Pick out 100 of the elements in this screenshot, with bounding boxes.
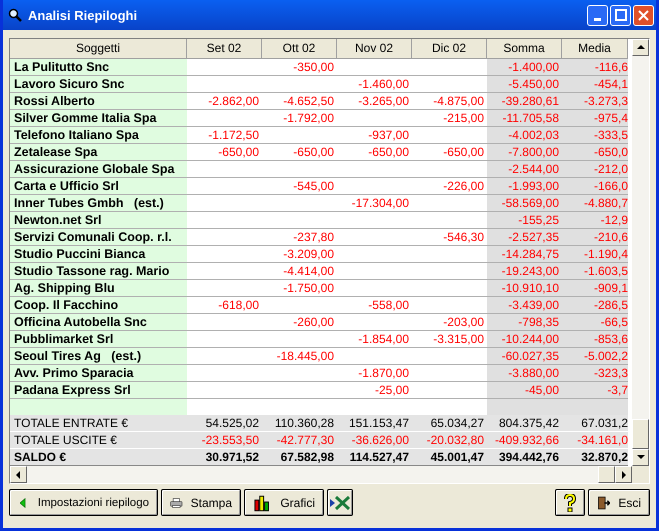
subject-cell: La Pulitutto Snc	[10, 59, 187, 76]
subject-cell: Avv. Primo Sparacia	[10, 365, 187, 382]
table-cell: -1.460,00	[337, 76, 412, 93]
sum-cell: -798,35	[487, 314, 562, 331]
sum-cell: -60.027,35	[487, 348, 562, 365]
subject-cell: Lavoro Sicuro Snc	[10, 76, 187, 93]
scroll-thumb[interactable]	[598, 466, 615, 483]
table-cell: -1.870,00	[337, 365, 412, 382]
average-cell: -166,0	[562, 178, 628, 195]
help-button[interactable]	[555, 489, 585, 516]
sum-cell: -10.244,00	[487, 331, 562, 348]
subject-cell: Newton.net Srl	[10, 212, 187, 229]
total-cell: -20.032,80	[412, 432, 487, 449]
close-icon	[638, 10, 649, 20]
total-cell: -36.626,00	[337, 432, 412, 449]
total-cell: 65.034,27	[412, 415, 487, 432]
average-cell: -3,7	[562, 382, 628, 399]
subject-cell: Seoul Tires Ag (est.)	[10, 348, 187, 365]
chart-button[interactable]: Grafici	[244, 489, 324, 516]
maximize-button[interactable]	[610, 4, 631, 26]
total-cell: 30.971,52	[187, 449, 262, 467]
sum-cell: -4.002,03	[487, 127, 562, 144]
subject-cell: Inner Tubes Gmbh (est.)	[10, 195, 187, 212]
total-cell: 394.442,76	[487, 449, 562, 467]
subject-cell: Pubblimarket Srl	[10, 331, 187, 348]
exit-button[interactable]: Esci	[588, 489, 650, 516]
scroll-thumb[interactable]	[632, 419, 649, 449]
table-cell: -1.750,00	[262, 280, 337, 297]
sum-cell: -11.705,58	[487, 110, 562, 127]
sum-cell: -1.993,00	[487, 178, 562, 195]
exit-door-icon	[597, 494, 610, 512]
scroll-left-button[interactable]	[10, 466, 27, 483]
total-cell: 114.527,47	[337, 449, 412, 467]
average-cell: -210,6	[562, 229, 628, 246]
total-cell: 110.360,28	[262, 415, 337, 432]
sum-cell: -58.569,00	[487, 195, 562, 212]
average-cell: -66,5	[562, 314, 628, 331]
column-header[interactable]: Dic 02	[412, 39, 487, 59]
subject-cell: Silver Gomme Italia Spa	[10, 110, 187, 127]
scroll-up-button[interactable]	[632, 39, 649, 56]
table-cell: -4.652,50	[262, 93, 337, 110]
print-button[interactable]: Stampa	[161, 489, 241, 516]
table-cell: -4.414,00	[262, 263, 337, 280]
sum-cell: -3.439,00	[487, 297, 562, 314]
column-header[interactable]: Somma	[487, 39, 562, 59]
table-cell: -1.792,00	[262, 110, 337, 127]
total-label: TOTALE ENTRATE €	[10, 415, 187, 432]
total-cell: 804.375,42	[487, 415, 562, 432]
average-cell: -650,0	[562, 144, 628, 161]
subject-cell: Studio Tassone rag. Mario	[10, 263, 187, 280]
subject-cell: Studio Puccini Bianca	[10, 246, 187, 263]
total-cell: -23.553,50	[187, 432, 262, 449]
excel-button[interactable]	[327, 489, 353, 516]
table-cell: -650,00	[337, 144, 412, 161]
column-header[interactable]: Media	[562, 39, 628, 59]
back-button[interactable]: Impostazioni riepilogo	[9, 489, 158, 516]
sum-cell: -14.284,75	[487, 246, 562, 263]
total-cell: 67.582,98	[262, 449, 337, 467]
subject-cell: Assicurazione Globale Spa	[10, 161, 187, 178]
sum-cell: -2.527,35	[487, 229, 562, 246]
column-header[interactable]: Ott 02	[262, 39, 337, 59]
scrollbar-corner	[632, 466, 649, 483]
table-cell: -18.445,00	[262, 348, 337, 365]
back-arrow-icon	[20, 496, 26, 508]
sum-cell: -39.280,61	[487, 93, 562, 110]
table-cell: -558,00	[337, 297, 412, 314]
minimize-button[interactable]	[587, 4, 608, 26]
close-button[interactable]	[633, 4, 654, 26]
maximize-icon	[614, 9, 626, 21]
total-label: TOTALE USCITE €	[10, 432, 187, 449]
column-header[interactable]: Set 02	[187, 39, 262, 59]
total-cell: -34.161,0	[562, 432, 628, 449]
table-cell: -237,80	[262, 229, 337, 246]
scroll-down-button[interactable]	[632, 449, 649, 466]
table-cell: -260,00	[262, 314, 337, 331]
subject-cell: Servizi Comunali Coop. r.l.	[10, 229, 187, 246]
total-cell: 54.525,02	[187, 415, 262, 432]
total-label: SALDO €	[10, 449, 187, 467]
sum-cell: -5.450,00	[487, 76, 562, 93]
sum-cell: -3.880,00	[487, 365, 562, 382]
table-cell: -3.209,00	[262, 246, 337, 263]
scroll-right-button[interactable]	[615, 466, 632, 483]
table-cell: -25,00	[337, 382, 412, 399]
column-header[interactable]: Nov 02	[337, 39, 412, 59]
subject-cell: Zetalease Spa	[10, 144, 187, 161]
sum-cell: -45,00	[487, 382, 562, 399]
sum-cell: -7.800,00	[487, 144, 562, 161]
sum-cell: -1.400,00	[487, 59, 562, 76]
average-cell: -975,4	[562, 110, 628, 127]
column-header[interactable]: Soggetti	[10, 39, 187, 59]
table-cell: -937,00	[337, 127, 412, 144]
total-cell: -409.932,66	[487, 432, 562, 449]
table-cell: -1.172,50	[187, 127, 262, 144]
average-cell: -3.273,3	[562, 93, 628, 110]
average-cell: -1.603,5	[562, 263, 628, 280]
average-cell: -454,1	[562, 76, 628, 93]
magnifier-icon	[8, 8, 22, 22]
table-cell: -350,00	[262, 59, 337, 76]
subject-cell: Coop. Il Facchino	[10, 297, 187, 314]
minimize-icon	[594, 18, 601, 20]
